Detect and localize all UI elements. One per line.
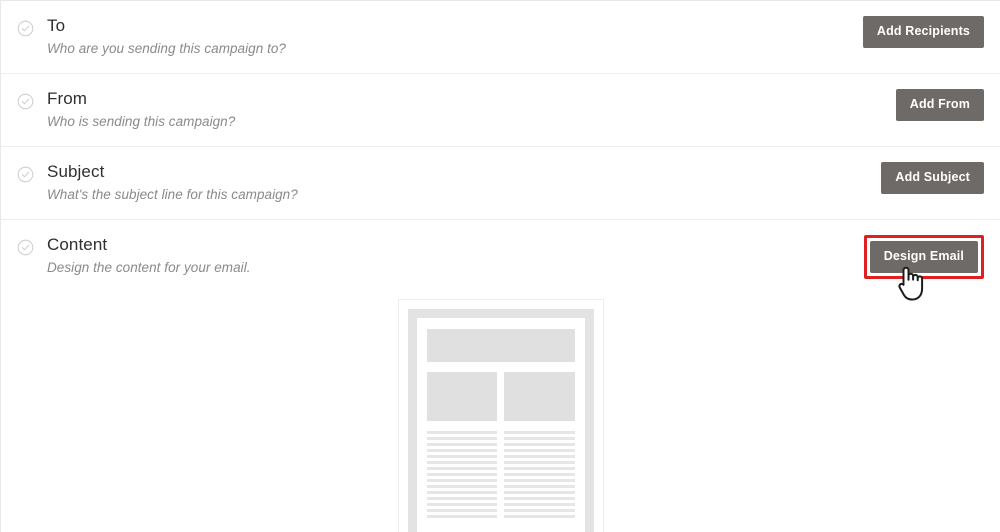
template-text-line — [504, 496, 575, 500]
template-text-line — [426, 502, 497, 506]
check-circle-icon — [17, 166, 34, 183]
template-text-line — [504, 454, 575, 458]
section-description-content: Design the content for your email. — [47, 260, 251, 275]
template-text-line — [426, 430, 497, 434]
section-description-from: Who is sending this campaign? — [47, 114, 236, 129]
email-template-preview-area — [1, 293, 1000, 532]
section-action-subject: Add Subject — [881, 161, 984, 194]
section-row-from: From Who is sending this campaign? Add F… — [1, 73, 1000, 146]
template-text-line — [504, 430, 575, 434]
template-text-line — [504, 448, 575, 452]
check-circle-icon — [17, 93, 34, 110]
template-text-line — [426, 496, 497, 500]
template-text-line — [426, 478, 497, 482]
template-text-line — [426, 508, 497, 512]
template-text-line — [426, 484, 497, 488]
add-recipients-button[interactable]: Add Recipients — [862, 16, 984, 48]
section-action-from: Add From — [895, 88, 984, 121]
template-text-column — [426, 430, 497, 522]
campaign-builder-panel: To Who are you sending this campaign to?… — [0, 0, 1000, 532]
template-text-line — [504, 442, 575, 446]
template-text-line — [504, 472, 575, 476]
template-text-line — [504, 508, 575, 512]
section-row-subject: Subject What's the subject line for this… — [1, 146, 1000, 219]
check-circle-icon — [17, 239, 34, 256]
section-action-content: Design Email — [863, 234, 984, 301]
template-frame — [407, 308, 594, 532]
template-text-line — [504, 436, 575, 440]
template-image-block — [504, 371, 575, 421]
check-circle-icon — [17, 20, 34, 37]
template-text-line — [504, 490, 575, 494]
section-description-to: Who are you sending this campaign to? — [47, 41, 286, 56]
section-title-to: To — [47, 16, 66, 35]
section-title-from: From — [47, 89, 88, 108]
section-text-to: To Who are you sending this campaign to? — [47, 15, 849, 58]
section-row-to: To Who are you sending this campaign to?… — [1, 1, 1000, 73]
add-from-button[interactable]: Add From — [895, 89, 984, 121]
template-text-line — [426, 514, 497, 518]
template-text-line — [426, 436, 497, 440]
section-text-subject: Subject What's the subject line for this… — [47, 161, 867, 204]
template-text-line — [504, 484, 575, 488]
template-text-line — [504, 460, 575, 464]
template-text-line — [426, 448, 497, 452]
template-text-line — [504, 478, 575, 482]
template-text-line — [426, 454, 497, 458]
template-page — [416, 317, 585, 532]
template-text-line — [426, 466, 497, 470]
section-text-content: Content Design the content for your emai… — [47, 234, 850, 277]
template-text-line — [426, 442, 497, 446]
template-text-line — [426, 460, 497, 464]
template-image-row — [426, 371, 575, 421]
design-email-button[interactable]: Design Email — [869, 241, 978, 273]
template-text-line — [426, 472, 497, 476]
email-template-thumbnail[interactable] — [397, 298, 604, 532]
template-text-columns — [426, 430, 575, 522]
template-text-column — [504, 430, 575, 522]
template-image-block — [426, 371, 497, 421]
section-row-content: Content Design the content for your emai… — [1, 219, 1000, 532]
template-text-line — [426, 490, 497, 494]
section-title-subject: Subject — [47, 162, 105, 181]
template-text-line — [504, 466, 575, 470]
section-text-from: From Who is sending this campaign? — [47, 88, 882, 131]
add-subject-button[interactable]: Add Subject — [881, 162, 984, 194]
design-email-highlight-box: Design Email — [863, 235, 984, 279]
template-text-line — [504, 514, 575, 518]
section-title-content: Content — [47, 235, 108, 254]
template-hero-block — [426, 328, 575, 362]
template-text-line — [504, 502, 575, 506]
section-description-subject: What's the subject line for this campaig… — [47, 187, 298, 202]
section-action-to: Add Recipients — [862, 15, 984, 48]
